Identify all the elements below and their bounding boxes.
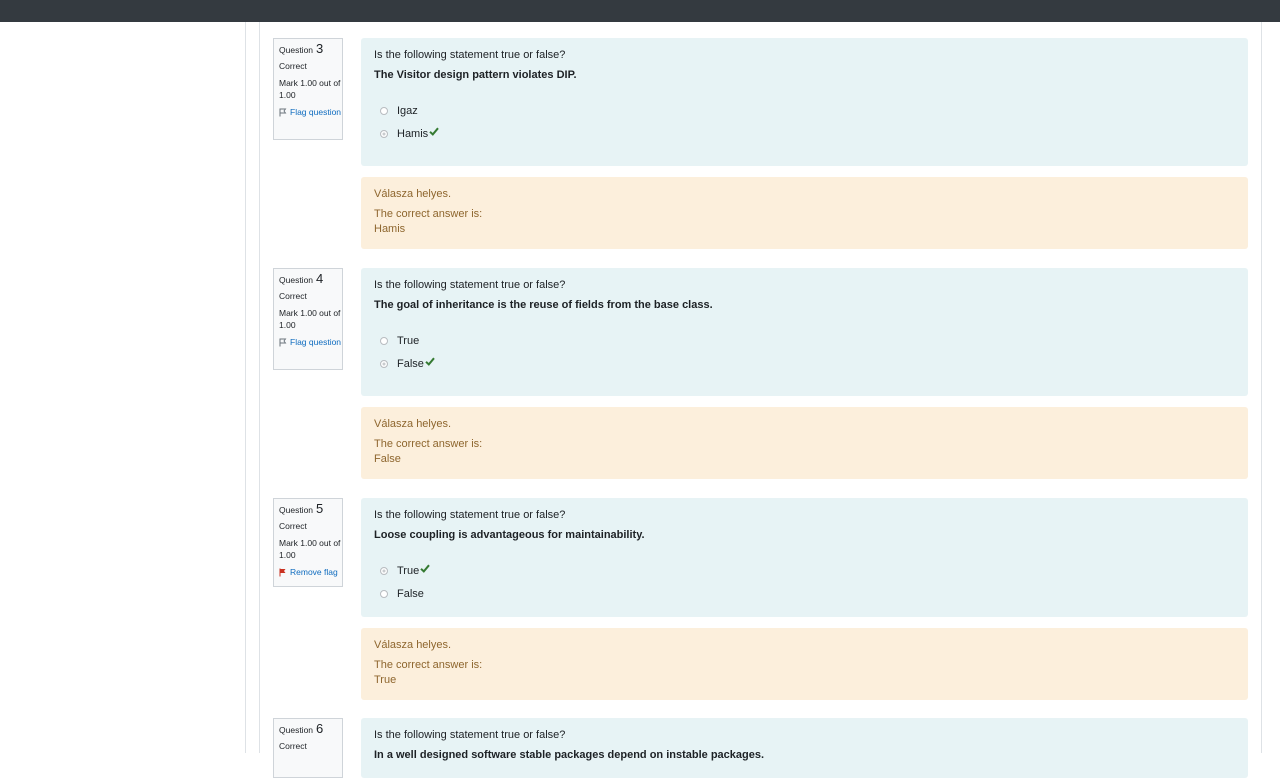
flag-outline-icon — [279, 108, 287, 117]
answer-option[interactable]: False — [374, 582, 1235, 605]
right-answer-intro: The correct answer is: — [374, 438, 483, 450]
question-number: 6 — [316, 721, 324, 736]
radio-button-selected[interactable] — [380, 129, 388, 138]
answer-label: False — [397, 587, 424, 600]
main-region-border-right — [1261, 22, 1262, 753]
answer-option[interactable]: False — [374, 352, 1235, 375]
right-answer-value: Hamis — [374, 223, 406, 235]
question-state: Correct — [279, 521, 307, 531]
question-info-q6: Question 6 Correct — [273, 718, 343, 778]
radio-button-selected[interactable] — [380, 566, 388, 575]
flag-outline-icon — [279, 338, 287, 347]
question-formulation-q5: Is the following statement true or false… — [361, 498, 1248, 617]
feedback-text: Válasza helyes. — [374, 639, 452, 651]
right-answer-value: True — [374, 674, 397, 686]
radio-button[interactable] — [380, 589, 388, 598]
question-formulation-q4: Is the following statement true or false… — [361, 268, 1248, 396]
flag-label: Flag question — [290, 107, 342, 117]
question-formulation-q6: Is the following statement true or false… — [361, 718, 1248, 778]
top-navbar — [0, 0, 1280, 22]
question-outcome-q3: Válasza helyes. The correct answer is: H… — [361, 177, 1248, 249]
flag-question-link[interactable]: Flag question — [279, 336, 342, 348]
right-answer-intro: The correct answer is: — [374, 208, 483, 220]
answer-label: True — [397, 334, 420, 347]
question-state: Correct — [279, 61, 307, 71]
question-number: 5 — [316, 501, 324, 516]
answer-option[interactable]: True — [374, 559, 1235, 582]
question-statement: The Visitor design pattern violates DIP. — [374, 69, 577, 81]
answer-label: True — [397, 564, 420, 577]
answer-options: True False — [374, 329, 1235, 375]
question-info-q5: Question 5 Correct Mark 1.00 out of 1.00… — [273, 498, 343, 587]
right-answer-value: False — [374, 453, 401, 465]
flag-label: Flag question — [290, 337, 342, 347]
check-icon — [425, 357, 435, 366]
question-state: Correct — [279, 291, 307, 301]
main-region-border-left — [259, 22, 260, 753]
question-statement: Loose coupling is advantageous for maint… — [374, 529, 645, 541]
answer-options: True False — [374, 559, 1235, 605]
question-grade: Mark 1.00 out of 1.00 — [279, 78, 341, 100]
answer-option[interactable]: Igaz — [374, 99, 1235, 122]
flag-label: Remove flag — [290, 567, 338, 577]
feedback-text: Válasza helyes. — [374, 418, 452, 430]
remove-flag-link[interactable]: Remove flag — [279, 566, 342, 578]
question-info-q4: Question 4 Correct Mark 1.00 out of 1.00… — [273, 268, 343, 370]
answer-label: False — [397, 357, 424, 370]
question-formulation-q3: Is the following statement true or false… — [361, 38, 1248, 166]
question-intro: Is the following statement true or false… — [374, 509, 566, 521]
question-intro: Is the following statement true or false… — [374, 49, 566, 61]
radio-button[interactable] — [380, 106, 388, 115]
answer-option[interactable]: Hamis — [374, 122, 1235, 145]
check-icon — [429, 127, 439, 136]
question-grade: Mark 1.00 out of 1.00 — [279, 308, 341, 330]
answer-label: Igaz — [397, 104, 418, 117]
question-statement: The goal of inheritance is the reuse of … — [374, 299, 713, 311]
question-statement: In a well designed software stable packa… — [374, 749, 765, 761]
question-info-q3: Question 3 Correct Mark 1.00 out of 1.00… — [273, 38, 343, 140]
question-word: Question — [279, 505, 314, 515]
flag-filled-red-icon — [279, 568, 286, 577]
answer-options: Igaz Hamis — [374, 99, 1235, 145]
question-number: 4 — [316, 271, 324, 286]
radio-button-selected[interactable] — [380, 359, 388, 368]
flag-question-link[interactable]: Flag question — [279, 106, 342, 118]
feedback-text: Válasza helyes. — [374, 188, 452, 200]
drawer-divider — [245, 22, 246, 753]
question-intro: Is the following statement true or false… — [374, 279, 566, 291]
right-answer: The correct answer is: False — [374, 437, 1235, 467]
right-answer-intro: The correct answer is: — [374, 659, 483, 671]
check-icon — [420, 564, 430, 573]
question-word: Question — [279, 275, 314, 285]
question-outcome-q5: Válasza helyes. The correct answer is: T… — [361, 628, 1248, 700]
right-answer: The correct answer is: True — [374, 658, 1235, 688]
answer-option[interactable]: True — [374, 329, 1235, 352]
question-state: Correct — [279, 741, 307, 751]
question-grade: Mark 1.00 out of 1.00 — [279, 538, 341, 560]
question-outcome-q4: Válasza helyes. The correct answer is: F… — [361, 407, 1248, 479]
question-word: Question — [279, 45, 314, 55]
right-answer: The correct answer is: Hamis — [374, 207, 1235, 237]
question-word: Question — [279, 725, 314, 735]
question-number: 3 — [316, 41, 324, 56]
question-intro: Is the following statement true or false… — [374, 729, 566, 741]
radio-button[interactable] — [380, 336, 388, 345]
answer-label: Hamis — [397, 127, 429, 140]
